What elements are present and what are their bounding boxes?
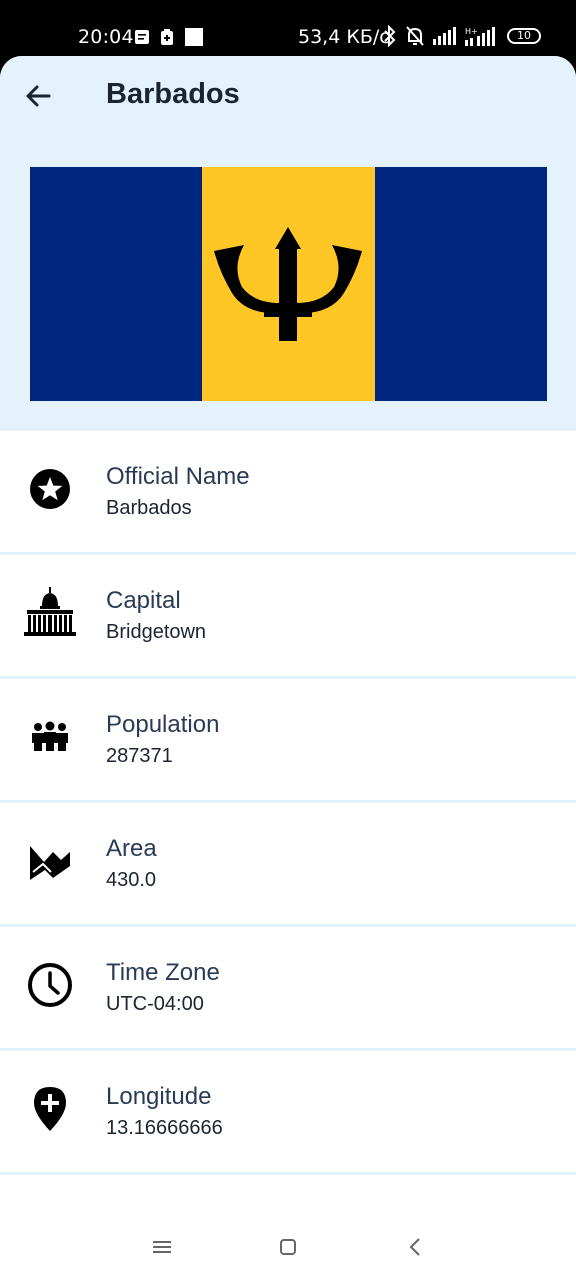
signal-icon	[433, 27, 456, 45]
list-item-time-zone: Time Zone UTC-04:00	[0, 927, 576, 1051]
status-system-icons: H+ 10	[383, 25, 541, 47]
detail-value: 13.16666666	[106, 1117, 223, 1139]
system-navigation-bar	[0, 1210, 576, 1280]
flag-band-right	[375, 167, 547, 401]
square-outline-icon	[280, 1239, 296, 1255]
detail-label: Longitude	[106, 1083, 212, 1110]
detail-label: Area	[106, 835, 157, 862]
detail-label: Population	[106, 711, 220, 738]
flag-band-left	[30, 167, 202, 401]
menu-lines-icon	[153, 1241, 171, 1253]
list-item-official-name: Official Name Barbados	[0, 431, 576, 555]
bell-muted-icon	[406, 26, 424, 46]
trident-icon	[214, 227, 362, 341]
recent-apps-button[interactable]	[147, 1232, 177, 1262]
battery-saver-icon	[161, 29, 173, 45]
svg-text:H+: H+	[465, 27, 478, 36]
detail-label: Official Name	[106, 463, 250, 490]
signal-hplus-icon: H+	[465, 27, 495, 46]
detail-value: UTC-04:00	[106, 993, 204, 1015]
terrain-icon	[22, 833, 78, 889]
clock-icon	[22, 957, 78, 1013]
battery-icon: 10	[507, 28, 541, 44]
app-screen: Barbados Official Name Barbados Capital …	[0, 56, 576, 1280]
detail-value: Barbados	[106, 497, 192, 519]
arrow-left-icon	[26, 85, 51, 107]
list-item-area: Area 430.0	[0, 803, 576, 927]
network-speed: 53,4 КБ/с	[298, 26, 390, 48]
message-icon	[135, 30, 149, 44]
detail-label: Time Zone	[106, 959, 220, 986]
list-item-population: Population 287371	[0, 679, 576, 803]
square-notification-icon	[185, 28, 203, 46]
country-flag-image	[30, 167, 547, 401]
page-title: Barbados	[106, 78, 240, 110]
flag-section	[0, 138, 576, 431]
chevron-left-icon	[409, 1238, 420, 1256]
list-item-capital: Capital Bridgetown	[0, 555, 576, 679]
capitol-building-icon	[22, 585, 78, 641]
map-pin-plus-icon	[22, 1081, 78, 1137]
home-button[interactable]	[273, 1232, 303, 1262]
back-button[interactable]	[20, 78, 56, 114]
list-item-longitude: Longitude 13.16666666	[0, 1051, 576, 1175]
detail-value: Bridgetown	[106, 621, 207, 643]
app-bar: Barbados	[0, 56, 576, 138]
detail-value: 430.0	[106, 869, 157, 891]
details-list: Official Name Barbados Capital Bridgetow…	[0, 431, 576, 1175]
bluetooth-icon	[384, 25, 396, 47]
detail-value: 287371	[106, 745, 173, 767]
status-notification-icons	[134, 27, 204, 47]
system-back-button[interactable]	[400, 1232, 430, 1262]
detail-label: Capital	[106, 587, 181, 614]
star-circle-icon	[22, 461, 78, 517]
people-group-icon	[22, 709, 78, 765]
flag-band-center	[202, 167, 375, 401]
status-time: 20:04	[78, 26, 134, 48]
